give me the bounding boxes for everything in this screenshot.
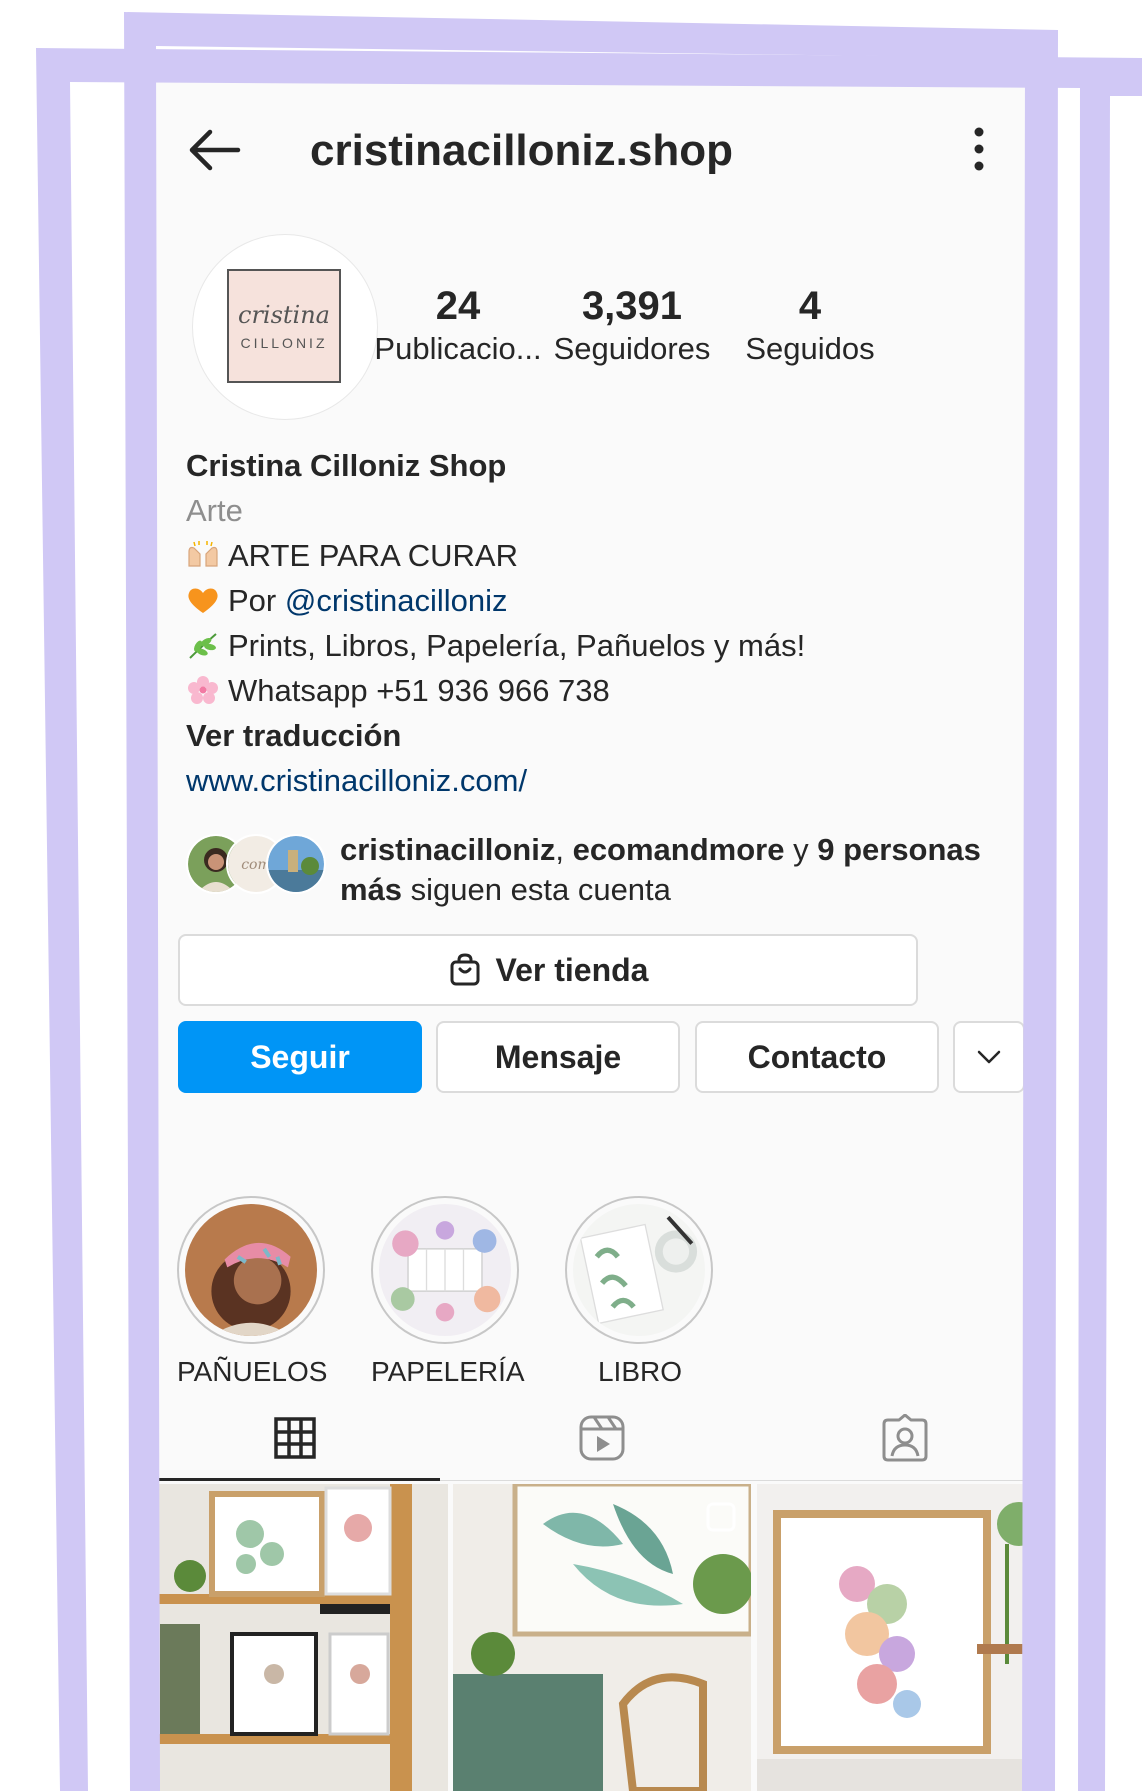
bio-line-1-text: ARTE PARA CURAR <box>228 538 518 573</box>
highlight-panuelos[interactable]: PAÑUELOS <box>177 1196 327 1388</box>
stat-posts-label: Publicacio... <box>374 331 542 366</box>
bio-line-2-prefix: Por <box>228 583 285 618</box>
profile-category: Arte <box>186 493 243 528</box>
post-thumbnail-3[interactable] <box>757 1484 1055 1791</box>
bio-line-1: ARTE PARA CURAR <box>186 538 518 574</box>
stat-following[interactable]: 4 Seguidos <box>720 284 900 367</box>
stat-followers-value: 3,391 <box>581 284 683 328</box>
logo-sub-text: CILLONIZ <box>240 335 328 351</box>
tab-posts-grid[interactable] <box>150 1400 440 1476</box>
brand-logo: cristina CILLONIZ <box>227 269 341 383</box>
active-tab-indicator <box>150 1478 440 1481</box>
highlight-ring <box>177 1196 325 1344</box>
tagged-icon <box>882 1414 927 1462</box>
message-button[interactable]: Mensaje <box>436 1021 680 1093</box>
profile-username-title: cristinacilloniz.shop <box>310 126 733 175</box>
post-2-image <box>453 1484 751 1791</box>
highlight-ring <box>371 1196 519 1344</box>
profile-screen: cristinacilloniz.shop cristina CILLONIZ … <box>150 60 1055 1791</box>
post-1-image <box>150 1484 448 1791</box>
bio-line-4: Whatsapp +51 936 966 738 <box>186 673 610 709</box>
raised-hands-icon <box>188 541 218 567</box>
follow-label: Seguir <box>250 1038 350 1075</box>
stat-following-label: Seguidos <box>745 331 875 366</box>
post-thumbnail-1[interactable] <box>150 1484 448 1791</box>
back-arrow-icon[interactable] <box>188 128 242 172</box>
highlight-libro[interactable]: LIBRO <box>565 1196 715 1388</box>
mutual-sep-1: , <box>555 832 573 867</box>
tab-reels[interactable] <box>454 1400 750 1476</box>
highlight-papeleria[interactable]: PAPELERÍA <box>371 1196 525 1388</box>
contact-button[interactable]: Contacto <box>695 1021 939 1093</box>
followed-by-text[interactable]: cristinacilloniz, ecomandmore y 9 person… <box>340 830 1030 910</box>
website-link[interactable]: www.cristinacilloniz.com/ <box>186 763 527 799</box>
stat-followers[interactable]: 3,391 Seguidores <box>542 284 722 367</box>
post-thumbnail-2[interactable] <box>453 1484 751 1791</box>
bio-line-4-text: Whatsapp +51 936 966 738 <box>228 673 610 708</box>
shopping-bag-icon <box>450 953 480 986</box>
cherry-blossom-icon <box>188 676 218 704</box>
view-shop-button[interactable]: Ver tienda <box>178 934 918 1006</box>
logo-script-text: cristina <box>238 301 330 329</box>
chevron-down-icon <box>977 1050 1001 1064</box>
bio-mention-link[interactable]: @cristinacilloniz <box>285 583 508 618</box>
profile-name: Cristina Cilloniz Shop <box>186 448 507 483</box>
follow-button[interactable]: Seguir <box>178 1021 422 1093</box>
tab-tagged[interactable] <box>754 1400 1055 1476</box>
mutual-followers-avatars[interactable]: com <box>186 834 326 894</box>
bio-line-3-text: Prints, Libros, Papelería, Pañuelos y má… <box>228 628 806 663</box>
stat-following-value: 4 <box>798 284 822 328</box>
stat-posts-value: 24 <box>435 284 481 328</box>
herb-icon <box>189 633 217 659</box>
bio-line-3: Prints, Libros, Papelería, Pañuelos y má… <box>186 628 805 664</box>
see-translation-link[interactable]: Ver traducción <box>186 718 401 754</box>
mutual-suffix: siguen esta cuenta <box>402 872 671 907</box>
mutual-sep-2: y <box>784 832 818 867</box>
reels-icon <box>579 1415 625 1461</box>
message-label: Mensaje <box>494 1038 622 1075</box>
orange-heart-icon <box>188 588 218 613</box>
view-shop-label: Ver tienda <box>495 951 649 988</box>
stat-posts[interactable]: 24 Publicacio... <box>368 284 548 367</box>
mutual-user-1: cristinacilloniz <box>340 832 556 867</box>
highlight-panuelos-cover <box>185 1204 317 1336</box>
profile-avatar[interactable]: cristina CILLONIZ <box>192 234 378 420</box>
highlight-libro-label: LIBRO <box>597 1356 683 1387</box>
bio-line-2: Por @cristinacilloniz <box>186 583 508 619</box>
post-3-image <box>757 1484 1055 1791</box>
highlight-libro-cover <box>573 1204 705 1336</box>
highlight-ring <box>565 1196 713 1344</box>
mutual-user-2: ecomandmore <box>572 832 785 867</box>
highlight-papeleria-label: PAPELERÍA <box>371 1356 525 1387</box>
mutual-avatar-3 <box>266 834 326 894</box>
highlight-papeleria-cover <box>379 1204 511 1336</box>
grid-icon <box>274 1417 316 1459</box>
contact-label: Contacto <box>747 1038 887 1075</box>
more-options-icon[interactable] <box>972 126 986 172</box>
highlight-panuelos-label: PAÑUELOS <box>177 1356 328 1387</box>
suggested-accounts-button[interactable] <box>953 1021 1025 1093</box>
stat-followers-label: Seguidores <box>553 331 711 366</box>
